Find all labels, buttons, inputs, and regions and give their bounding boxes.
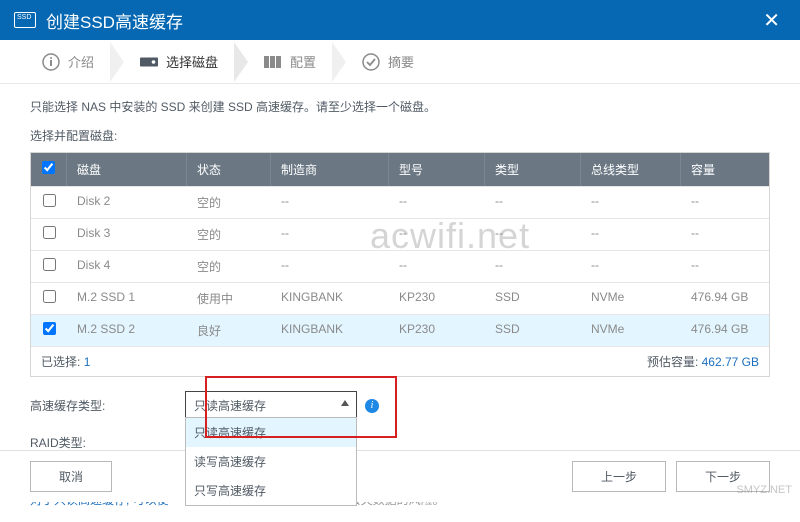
step-label: 介绍 (68, 52, 94, 71)
disk-icon (140, 53, 158, 71)
est-value: 462.77 GB (702, 355, 759, 369)
cell-type: -- (485, 251, 581, 282)
cell-disk: Disk 3 (67, 219, 187, 250)
cell-cap: 476.94 GB (681, 315, 769, 346)
sliders-icon (264, 53, 282, 71)
cell-model: KP230 (389, 283, 485, 314)
cell-bustype: NVMe (581, 283, 681, 314)
cache-type-dropdown: 只读高速缓存 读写高速缓存 只写高速缓存 (185, 417, 357, 506)
step-label: 选择磁盘 (166, 52, 218, 71)
step-config[interactable]: 配置 (252, 52, 328, 71)
table-row[interactable]: Disk 2空的---------- (31, 186, 769, 218)
cell-model: -- (389, 219, 485, 250)
col-header-type[interactable]: 类型 (485, 153, 581, 186)
window-header: 创建SSD高速缓存 ✕ (0, 0, 800, 40)
cell-mfr: KINGBANK (271, 315, 389, 346)
cell-cap: 476.94 GB (681, 283, 769, 314)
est-label: 预估容量: (647, 355, 698, 369)
table-row[interactable]: Disk 3空的---------- (31, 218, 769, 250)
table-row[interactable]: M.2 SSD 1使用中KINGBANKKP230SSDNVMe476.94 G… (31, 282, 769, 314)
cell-bustype: -- (581, 251, 681, 282)
table-header: 磁盘 状态 制造商 型号 类型 总线类型 容量 (31, 153, 769, 186)
chevron-right-icon (234, 42, 248, 82)
cell-disk: M.2 SSD 1 (67, 283, 187, 314)
chevron-right-icon (332, 42, 346, 82)
cell-mfr: -- (271, 251, 389, 282)
ssd-icon (14, 12, 36, 28)
cell-type: -- (485, 219, 581, 250)
cell-status: 使用中 (187, 283, 271, 314)
col-header-status[interactable]: 状态 (187, 153, 271, 186)
cell-status: 空的 (187, 187, 271, 218)
row-checkbox[interactable] (31, 283, 67, 314)
info-icon[interactable]: i (365, 399, 379, 413)
table-row[interactable]: Disk 4空的---------- (31, 250, 769, 282)
step-label: 摘要 (388, 52, 414, 71)
cell-bustype: -- (581, 219, 681, 250)
header-checkbox[interactable] (31, 153, 67, 186)
dropdown-option[interactable]: 只读高速缓存 (186, 418, 356, 447)
cell-disk: Disk 2 (67, 187, 187, 218)
prev-button[interactable]: 上一步 (572, 461, 666, 492)
cell-cap: -- (681, 187, 769, 218)
raid-type-row: RAID类型: (30, 434, 770, 451)
col-header-bustype[interactable]: 总线类型 (581, 153, 681, 186)
window-title: 创建SSD高速缓存 (46, 8, 757, 33)
col-header-disk[interactable]: 磁盘 (67, 153, 187, 186)
selected-label: 已选择: (41, 355, 80, 369)
cell-mfr: -- (271, 219, 389, 250)
col-header-cap[interactable]: 容量 (681, 153, 769, 186)
cell-cap: -- (681, 251, 769, 282)
select-display[interactable]: 只读高速缓存 (185, 391, 357, 420)
description-text: 只能选择 NAS 中安装的 SSD 来创建 SSD 高速缓存。请至少选择一个磁盘… (30, 98, 770, 115)
table-row[interactable]: M.2 SSD 2良好KINGBANKKP230SSDNVMe476.94 GB (31, 314, 769, 346)
cell-model: -- (389, 187, 485, 218)
cell-mfr: -- (271, 187, 389, 218)
cell-model: KP230 (389, 315, 485, 346)
cell-status: 空的 (187, 219, 271, 250)
cell-bustype: NVMe (581, 315, 681, 346)
cell-type: -- (485, 187, 581, 218)
row-checkbox[interactable] (31, 187, 67, 218)
section-label: 选择并配置磁盘: (30, 127, 770, 144)
next-button[interactable]: 下一步 (676, 461, 770, 492)
disk-table: 磁盘 状态 制造商 型号 类型 总线类型 容量 Disk 2空的--------… (30, 152, 770, 377)
cell-disk: M.2 SSD 2 (67, 315, 187, 346)
chevron-right-icon (110, 42, 124, 82)
col-header-model[interactable]: 型号 (389, 153, 485, 186)
cell-type: SSD (485, 315, 581, 346)
cache-type-label: 高速缓存类型: (30, 397, 185, 414)
col-header-mfr[interactable]: 制造商 (271, 153, 389, 186)
cell-status: 空的 (187, 251, 271, 282)
cell-mfr: KINGBANK (271, 283, 389, 314)
cell-cap: -- (681, 219, 769, 250)
cache-type-row: 高速缓存类型: 只读高速缓存 只读高速缓存 读写高速缓存 只写高速缓存 i (30, 391, 770, 420)
step-label: 配置 (290, 52, 316, 71)
step-intro[interactable]: 介绍 (30, 52, 106, 71)
check-circle-icon (362, 53, 380, 71)
cell-bustype: -- (581, 187, 681, 218)
cancel-button[interactable]: 取消 (30, 461, 112, 492)
cache-type-select[interactable]: 只读高速缓存 只读高速缓存 读写高速缓存 只写高速缓存 (185, 391, 357, 420)
raid-type-label: RAID类型: (30, 434, 185, 451)
wizard-stepper: 介绍 选择磁盘 配置 摘要 (0, 40, 800, 84)
row-checkbox[interactable] (31, 315, 67, 346)
dialog-footer: 取消 上一步 下一步 (0, 450, 800, 502)
cell-disk: Disk 4 (67, 251, 187, 282)
cell-model: -- (389, 251, 485, 282)
cell-type: SSD (485, 283, 581, 314)
cell-status: 良好 (187, 315, 271, 346)
table-footer: 已选择: 1 预估容量: 462.77 GB (31, 346, 769, 376)
row-checkbox[interactable] (31, 251, 67, 282)
info-circle-icon (42, 53, 60, 71)
close-icon[interactable]: ✕ (757, 8, 786, 33)
selected-count: 1 (84, 355, 91, 369)
step-summary[interactable]: 摘要 (350, 52, 426, 71)
row-checkbox[interactable] (31, 219, 67, 250)
dropdown-option[interactable]: 读写高速缓存 (186, 447, 356, 476)
dropdown-option[interactable]: 只写高速缓存 (186, 476, 356, 505)
step-select-disk[interactable]: 选择磁盘 (128, 52, 230, 71)
